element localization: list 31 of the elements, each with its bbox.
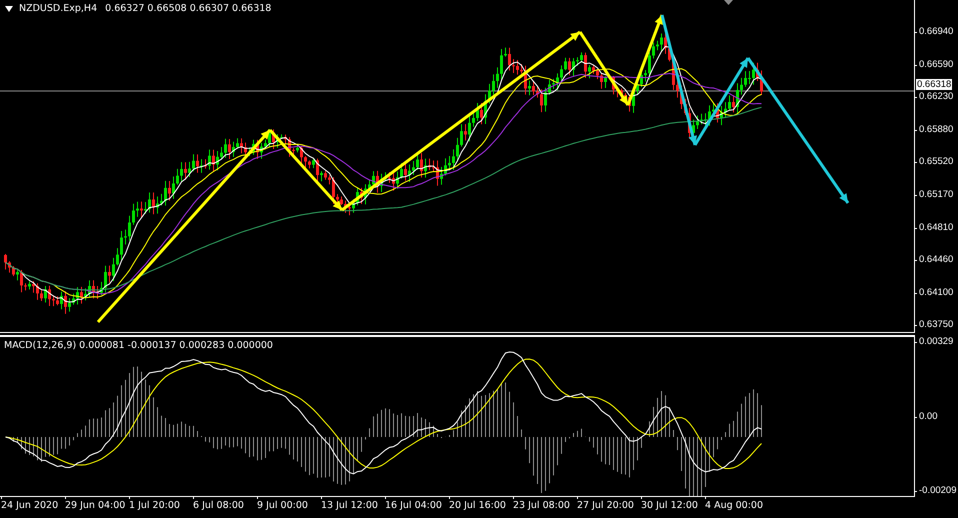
price-tick-label: 0.66940 (915, 26, 958, 38)
time-tick-label: 24 Jun 2020 (1, 497, 65, 518)
time-tick-label: 6 Jul 08:00 (193, 497, 257, 518)
macd-tick-label: -0.00209 (915, 485, 958, 497)
time-tick-label: 1 Jul 20:00 (129, 497, 193, 518)
time-tick-label: 16 Jul 04:00 (385, 497, 449, 518)
price-tick-label: 0.64100 (915, 286, 958, 299)
chart-shift-marker-icon[interactable] (724, 0, 733, 5)
price-tick-label: 0.63750 (915, 319, 958, 332)
price-tick-label: 0.65170 (915, 188, 958, 201)
indicator-label: MACD(12,26,9) 0.000081 -0.000137 0.000283 0.000000 (4, 340, 273, 351)
dropdown-triangle-icon[interactable] (5, 6, 13, 12)
time-tick-label: 29 Jun 04:00 (65, 497, 129, 518)
time-tick-label: 20 Jul 16:00 (449, 497, 513, 518)
time-tick-label: 27 Jul 20:00 (577, 497, 641, 518)
time-tick-label: 13 Jul 12:00 (321, 497, 385, 518)
price-tick-label: 0.65880 (915, 124, 958, 136)
chart-title: NZDUSD.Exp,H4 (19, 3, 98, 14)
price-tick-label: 0.65520 (915, 156, 958, 168)
macd-tick-label: 0.00329 (915, 336, 958, 348)
time-tick-label: 9 Jul 00:00 (257, 497, 321, 518)
macd-tick-label: 0.00 (915, 410, 958, 422)
time-tick-label: 23 Jul 08:00 (513, 497, 577, 518)
price-tick-label: 0.64460 (915, 254, 958, 266)
time-tick-label: 30 Jul 12:00 (641, 497, 705, 518)
price-quote: 0.66327 0.66508 0.66307 0.66318 (105, 3, 272, 14)
time-tick-label: 4 Aug 00:00 (705, 497, 769, 518)
price-tick-label: 0.64810 (915, 222, 958, 234)
current-price-label: 0.66318 (916, 79, 952, 90)
price-tick-label: 0.66590 (915, 58, 958, 71)
price-tick-label: 0.66230 (915, 91, 958, 104)
